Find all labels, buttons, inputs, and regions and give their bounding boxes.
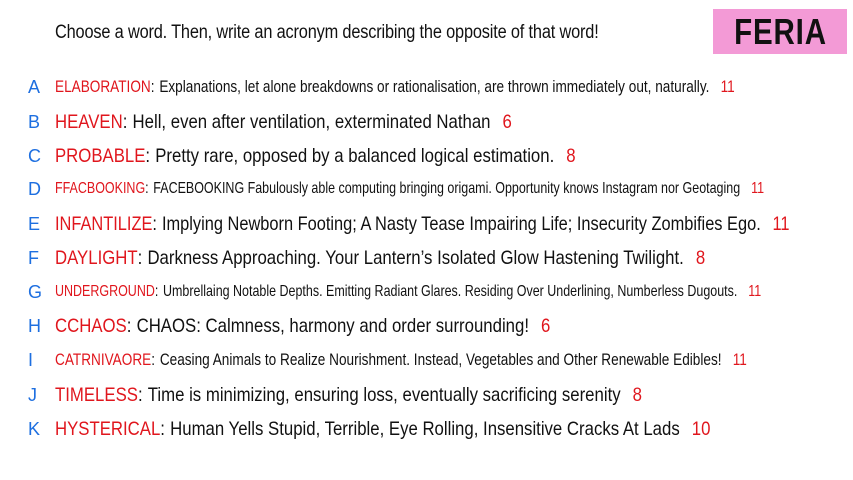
colon: : [126, 314, 132, 337]
item-word: FFACBOOKING [55, 180, 146, 197]
item-word: CCHAOS [55, 314, 127, 337]
feria-badge: FERIA [713, 9, 847, 54]
item-acronym-text: Umbrellaing Notable Depths. Emitting Rad… [162, 283, 738, 300]
item-content: HEAVEN: Hell, even after ventilation, ex… [55, 111, 512, 134]
item-acronym-text: Implying Newborn Footing; A Nasty Tease … [161, 212, 761, 235]
colon: : [137, 246, 143, 269]
item-count: 8 [632, 383, 642, 406]
item-count: 8 [695, 246, 706, 269]
item-word: INFANTILIZE [55, 212, 153, 235]
item-count: 6 [502, 110, 512, 133]
item-count: 6 [541, 314, 551, 337]
item-content: CATRNIVAORE: Ceasing Animals to Realize … [55, 350, 747, 370]
item-count: 8 [566, 144, 576, 167]
item-count: 11 [751, 180, 765, 197]
item-letter: F [28, 247, 39, 268]
item-word: ELABORATION [55, 77, 151, 96]
item-letter: J [28, 384, 37, 405]
colon: : [152, 212, 157, 235]
item-content: HYSTERICAL: Human Yells Stupid, Terrible… [55, 418, 710, 441]
colon: : [160, 417, 165, 440]
item-word: CATRNIVAORE [55, 350, 152, 369]
item-count: 11 [748, 283, 762, 300]
item-word: UNDERGROUND [55, 283, 155, 300]
item-count: 11 [720, 77, 735, 96]
item-content: ELABORATION: Explanations, let alone bre… [55, 77, 735, 97]
item-acronym-text: CHAOS: Calmness, harmony and order surro… [136, 314, 529, 337]
item-word: HEAVEN [55, 110, 123, 133]
item-count: 11 [772, 212, 790, 235]
badge-label: FERIA [733, 10, 827, 52]
colon: : [122, 110, 128, 133]
item-letter: K [28, 418, 41, 439]
item-letter: H [28, 315, 41, 336]
item-content: PROBABLE: Pretty rare, opposed by a bala… [55, 145, 576, 168]
instruction-text: Choose a word. Then, write an acronym de… [55, 22, 599, 43]
item-letter: B [28, 111, 41, 132]
item-acronym-text: Pretty rare, opposed by a balanced logic… [155, 144, 555, 167]
item-letter: D [28, 178, 41, 199]
item-word: DAYLIGHT [55, 246, 138, 269]
item-acronym-text: Hell, even after ventilation, exterminat… [132, 110, 491, 133]
item-content: CCHAOS: CHAOS: Calmness, harmony and ord… [55, 315, 550, 338]
item-acronym-text: Ceasing Animals to Realize Nourishment. … [159, 350, 722, 369]
item-content: UNDERGROUND: Umbrellaing Notable Depths.… [55, 283, 761, 301]
colon: : [150, 77, 155, 96]
item-content: INFANTILIZE: Implying Newborn Footing; A… [55, 213, 790, 236]
item-count: 10 [691, 417, 711, 440]
item-content: DAYLIGHT: Darkness Approaching. Your Lan… [55, 247, 705, 270]
colon: : [145, 180, 149, 197]
item-acronym-text: Human Yells Stupid, Terrible, Eye Rollin… [170, 417, 680, 440]
item-acronym-text: Darkness Approaching. Your Lantern’s Iso… [147, 246, 684, 269]
colon: : [151, 350, 156, 369]
item-content: TIMELESS: Time is minimizing, ensuring l… [55, 384, 642, 407]
item-letter: C [28, 145, 41, 166]
item-acronym-text: Explanations, let alone breakdowns or ra… [159, 77, 710, 96]
item-word: HYSTERICAL [55, 417, 161, 440]
colon: : [145, 144, 151, 167]
item-content: FFACBOOKING: FACEBOOKING Fabulously able… [55, 180, 764, 198]
item-word: TIMELESS [55, 383, 138, 406]
item-acronym-text: Time is minimizing, ensuring loss, event… [147, 383, 621, 406]
item-count: 11 [732, 350, 747, 369]
item-word: PROBABLE [55, 144, 146, 167]
colon: : [154, 283, 159, 300]
item-letter: I [28, 349, 34, 370]
colon: : [137, 383, 143, 406]
item-acronym-text: FACEBOOKING Fabulously able computing br… [153, 180, 741, 197]
item-letter: E [28, 213, 41, 234]
item-letter: A [28, 76, 41, 97]
item-letter: G [28, 281, 43, 302]
